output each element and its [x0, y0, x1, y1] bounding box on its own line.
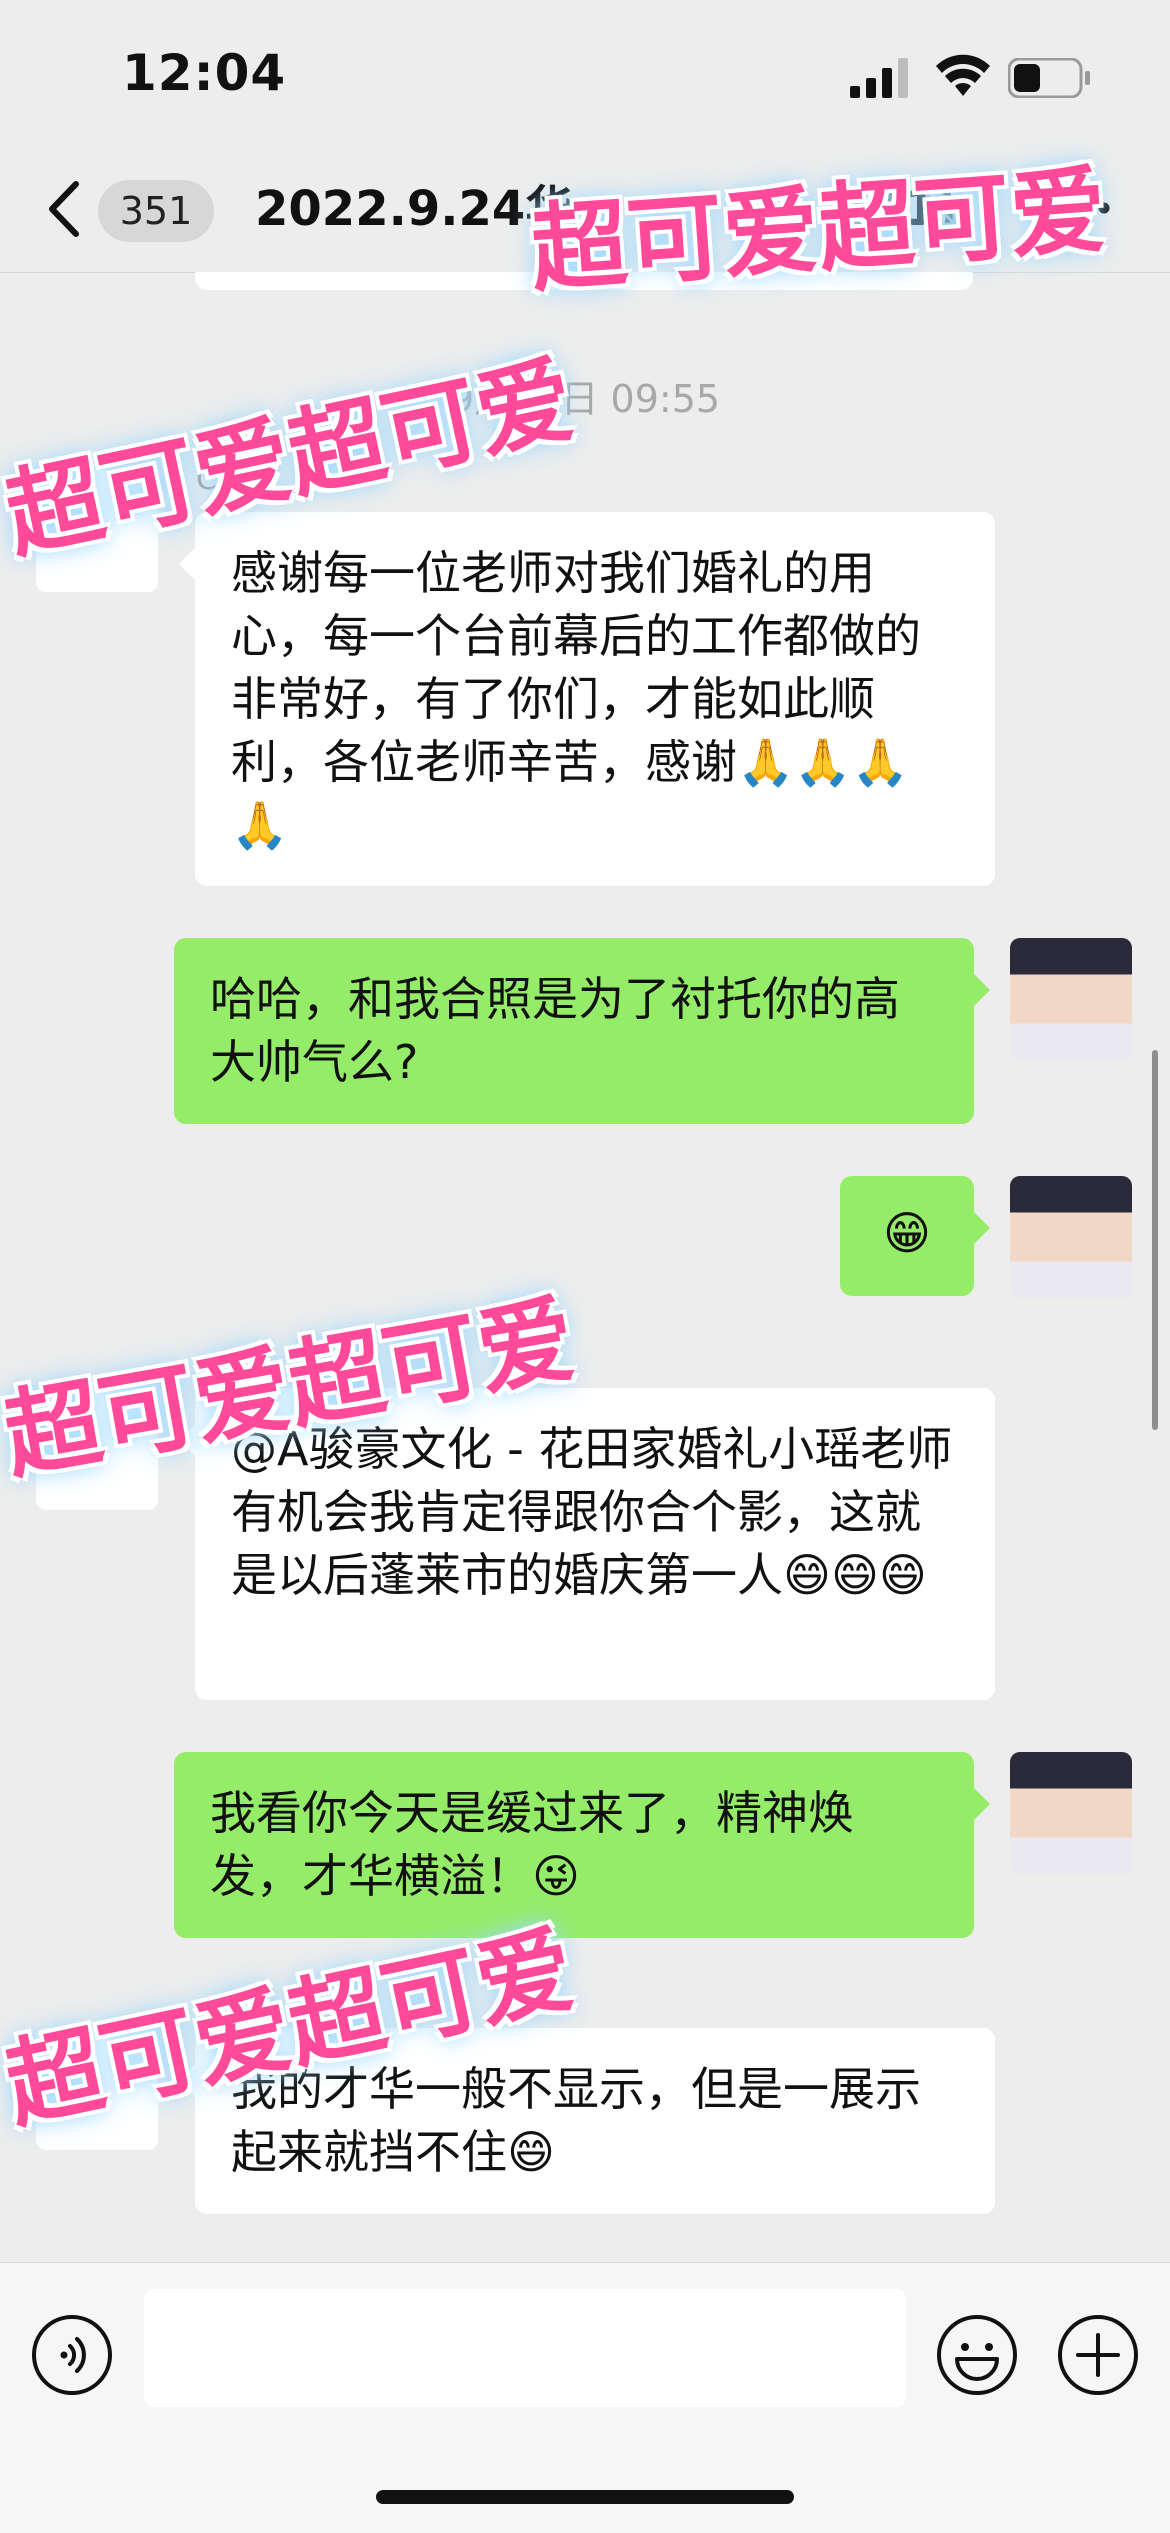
message-bubble-outgoing[interactable]: 我看你今天是缓过来了，精神焕发，才华横溢！😜 [174, 1752, 990, 1938]
mute-bell-icon [922, 192, 962, 234]
sender-avatar[interactable] [36, 470, 158, 592]
scroll-indicator [1152, 1050, 1158, 1430]
self-avatar[interactable] [1010, 1752, 1132, 1874]
message-bubble-incoming[interactable]: 感谢每一位老师对我们婚礼的用心，每一个台前幕后的工作都做的非常好，有了你们，才能… [179, 512, 995, 886]
status-bar: 12:04 [0, 0, 1170, 150]
unread-count-badge[interactable]: 351 [98, 180, 214, 242]
sender-avatar[interactable] [36, 1388, 158, 1510]
previous-message-bubble [195, 272, 973, 290]
cellular-signal-icon [850, 58, 908, 98]
message-timestamp: 9月27日 09:55 [449, 377, 721, 421]
chat-header: 351 2022.9.24华 (11) [0, 150, 1170, 273]
message-bubble-outgoing[interactable]: 哈哈，和我合照是为了衬托你的高大帅气么? [174, 938, 990, 1124]
wifi-icon [936, 54, 990, 96]
back-arrow-icon[interactable] [44, 178, 84, 240]
status-time: 12:04 [122, 44, 287, 102]
battery-icon [1008, 58, 1090, 98]
home-indicator[interactable] [376, 2490, 794, 2504]
voice-input-icon[interactable] [30, 2313, 114, 2397]
self-avatar[interactable] [1010, 1176, 1132, 1298]
more-options-icon[interactable] [1052, 196, 1112, 220]
self-avatar[interactable] [1010, 938, 1132, 1060]
chat-title[interactable]: 2022.9.24华 [255, 178, 573, 240]
message-bubble-incoming[interactable]: 我的才华一般不显示，但是一展示起来就挡不住😄 [179, 2028, 995, 2214]
message-bubble-incoming[interactable]: @A骏豪文化 - 花田家婚礼小瑶老师 有机会我肯定得跟你合个影，这就是以后蓬莱市… [179, 1388, 995, 1700]
add-attachment-icon[interactable] [1056, 2313, 1140, 2397]
message-text-input[interactable] [144, 2289, 906, 2407]
sender-name: CUT [196, 462, 258, 497]
emoji-icon[interactable] [935, 2313, 1019, 2397]
message-bubble-outgoing[interactable]: 😁 [840, 1176, 990, 1296]
sender-avatar[interactable] [36, 2028, 158, 2150]
